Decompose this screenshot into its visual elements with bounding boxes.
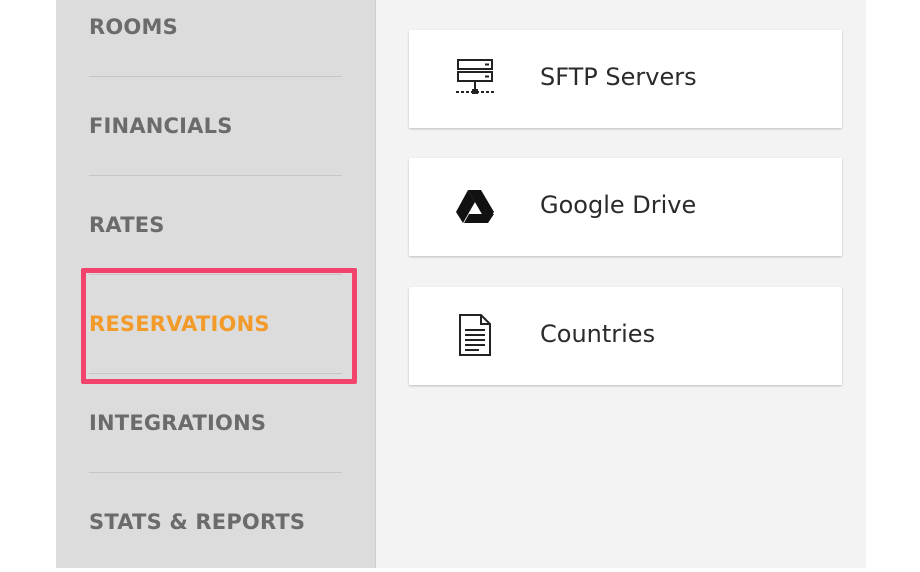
sidebar-item-label: FINANCIALS bbox=[89, 114, 233, 138]
integrations-panel: SFTP Servers Google Drive Countries bbox=[376, 0, 866, 568]
card-label: Google Drive bbox=[540, 191, 697, 219]
server-icon bbox=[453, 56, 497, 100]
card-label: Countries bbox=[540, 320, 656, 348]
google-drive-icon bbox=[453, 184, 497, 228]
document-icon bbox=[453, 313, 497, 357]
countries-card[interactable]: Countries bbox=[409, 287, 842, 385]
card-label: SFTP Servers bbox=[540, 63, 697, 91]
app-frame: ROOMS FINANCIALS RATES RESERVATIONS INTE… bbox=[56, 0, 866, 568]
sidebar-item-label: STATS & REPORTS bbox=[89, 510, 306, 534]
highlight-annotation bbox=[81, 268, 357, 384]
sidebar-item-integrations[interactable]: INTEGRATIONS bbox=[89, 374, 342, 473]
google-drive-card[interactable]: Google Drive bbox=[409, 158, 842, 256]
sidebar-item-financials[interactable]: FINANCIALS bbox=[89, 77, 342, 176]
sidebar-item-label: RATES bbox=[89, 213, 165, 237]
sftp-servers-card[interactable]: SFTP Servers bbox=[409, 30, 842, 128]
sidebar: ROOMS FINANCIALS RATES RESERVATIONS INTE… bbox=[56, 0, 376, 568]
sidebar-item-label: ROOMS bbox=[89, 15, 178, 39]
sidebar-item-rates[interactable]: RATES bbox=[89, 176, 342, 275]
sidebar-item-rooms[interactable]: ROOMS bbox=[89, 0, 342, 77]
sidebar-item-label: INTEGRATIONS bbox=[89, 411, 267, 435]
sidebar-item-stats-reports[interactable]: STATS & REPORTS bbox=[89, 473, 342, 572]
